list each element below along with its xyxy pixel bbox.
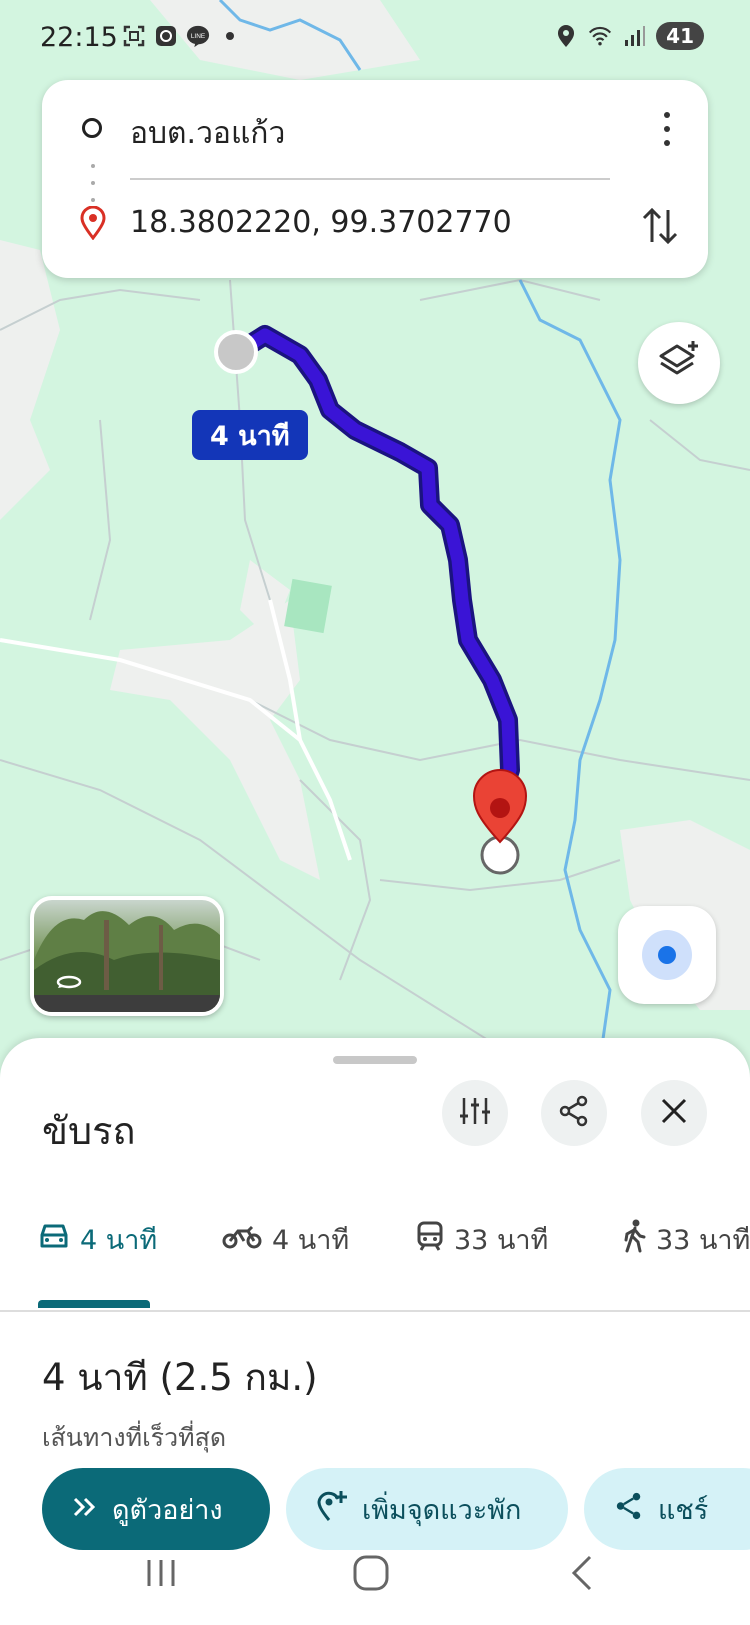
wifi-icon <box>588 24 612 48</box>
dot-icon <box>218 24 242 48</box>
close-icon <box>660 1097 688 1129</box>
travel-mode-title: ขับรถ <box>42 1109 136 1153</box>
route-time-label[interactable]: 4 นาที <box>192 410 308 460</box>
my-location-icon <box>642 930 692 980</box>
line-icon: LINE <box>186 24 210 48</box>
add-stop-button[interactable]: เพิ่มจุดแวะพัก <box>286 1468 568 1550</box>
recent-apps-icon[interactable] <box>144 1556 178 1594</box>
back-icon[interactable] <box>568 1554 596 1596</box>
tab-motorcycle-label: 4 นาที <box>272 1225 350 1256</box>
tune-icon <box>458 1096 492 1130</box>
status-time: 22:15 <box>40 22 118 53</box>
share-button-label: แชร์ <box>658 1494 709 1526</box>
motorcycle-icon <box>222 1223 262 1256</box>
close-button[interactable] <box>641 1080 707 1146</box>
origin-circle-icon <box>82 118 102 138</box>
status-bar: 22:15 LINE 41 <box>0 0 750 72</box>
travel-mode-tabs: 4 นาที 4 นาที 33 นาที 33 นาที <box>0 1178 750 1312</box>
preview-button[interactable]: ดูตัวอย่าง <box>42 1468 270 1550</box>
system-navigation-bar <box>0 1540 750 1625</box>
more-options-icon[interactable] <box>652 108 682 150</box>
camera-app-icon <box>154 24 178 48</box>
battery-indicator: 41 <box>656 22 704 50</box>
tab-walk-label: 33 นาที <box>656 1225 750 1256</box>
destination-pin-small-icon <box>80 205 106 244</box>
tab-drive[interactable]: 4 นาที <box>38 1218 157 1261</box>
signal-icon <box>622 24 646 48</box>
active-tab-indicator <box>38 1300 150 1308</box>
svg-text:LINE: LINE <box>191 33 206 40</box>
tab-walk[interactable]: 33 นาที <box>622 1218 750 1261</box>
origin-field[interactable]: อบต.วอแก้ว <box>130 110 285 157</box>
park-area <box>284 578 332 634</box>
my-location-button[interactable] <box>618 906 716 1004</box>
layers-button[interactable] <box>638 322 720 404</box>
directions-card: อบต.วอแก้ว 18.3802220, 99.3702770 <box>42 80 708 278</box>
street-view-360-icon <box>56 972 82 996</box>
destination-field[interactable]: 18.3802220, 99.3702770 <box>130 205 512 240</box>
route-summary: 4 นาที (2.5 กม.) <box>42 1356 318 1399</box>
tab-motorcycle[interactable]: 4 นาที <box>222 1218 349 1261</box>
tab-transit-label: 33 นาที <box>454 1225 549 1256</box>
layers-icon <box>657 339 701 387</box>
route-options-button[interactable] <box>442 1080 508 1146</box>
share-button[interactable]: แชร์ <box>584 1468 750 1550</box>
tab-drive-label: 4 นาที <box>80 1225 158 1256</box>
preview-button-label: ดูตัวอย่าง <box>112 1494 223 1526</box>
sheet-drag-handle[interactable] <box>333 1056 417 1064</box>
route-start-marker <box>214 330 258 374</box>
destination-row[interactable]: 18.3802220, 99.3702770 <box>42 178 708 278</box>
car-icon <box>38 1223 70 1256</box>
double-chevron-icon <box>72 1494 98 1525</box>
street-view-thumbnail[interactable] <box>30 896 224 1016</box>
add-stop-button-label: เพิ่มจุดแวะพัก <box>362 1494 522 1526</box>
walk-icon <box>622 1219 646 1260</box>
home-icon[interactable] <box>352 1554 390 1596</box>
share-pill-icon <box>614 1491 644 1528</box>
swap-icon[interactable] <box>640 202 680 250</box>
directions-sheet: ขับรถ 4 นาที 4 นาที 33 นาที 33 นาที 4 นา… <box>0 1038 750 1625</box>
add-stop-icon <box>316 1489 348 1530</box>
location-icon <box>554 24 578 48</box>
route-subtitle: เส้นทางที่เร็วที่สุด <box>42 1423 227 1452</box>
share-route-button[interactable] <box>541 1080 607 1146</box>
screenshot-icon <box>122 24 146 48</box>
share-icon <box>558 1095 590 1131</box>
tab-transit[interactable]: 33 นาที <box>416 1218 548 1261</box>
origin-row[interactable]: อบต.วอแก้ว <box>42 80 708 180</box>
transit-icon <box>416 1221 444 1258</box>
